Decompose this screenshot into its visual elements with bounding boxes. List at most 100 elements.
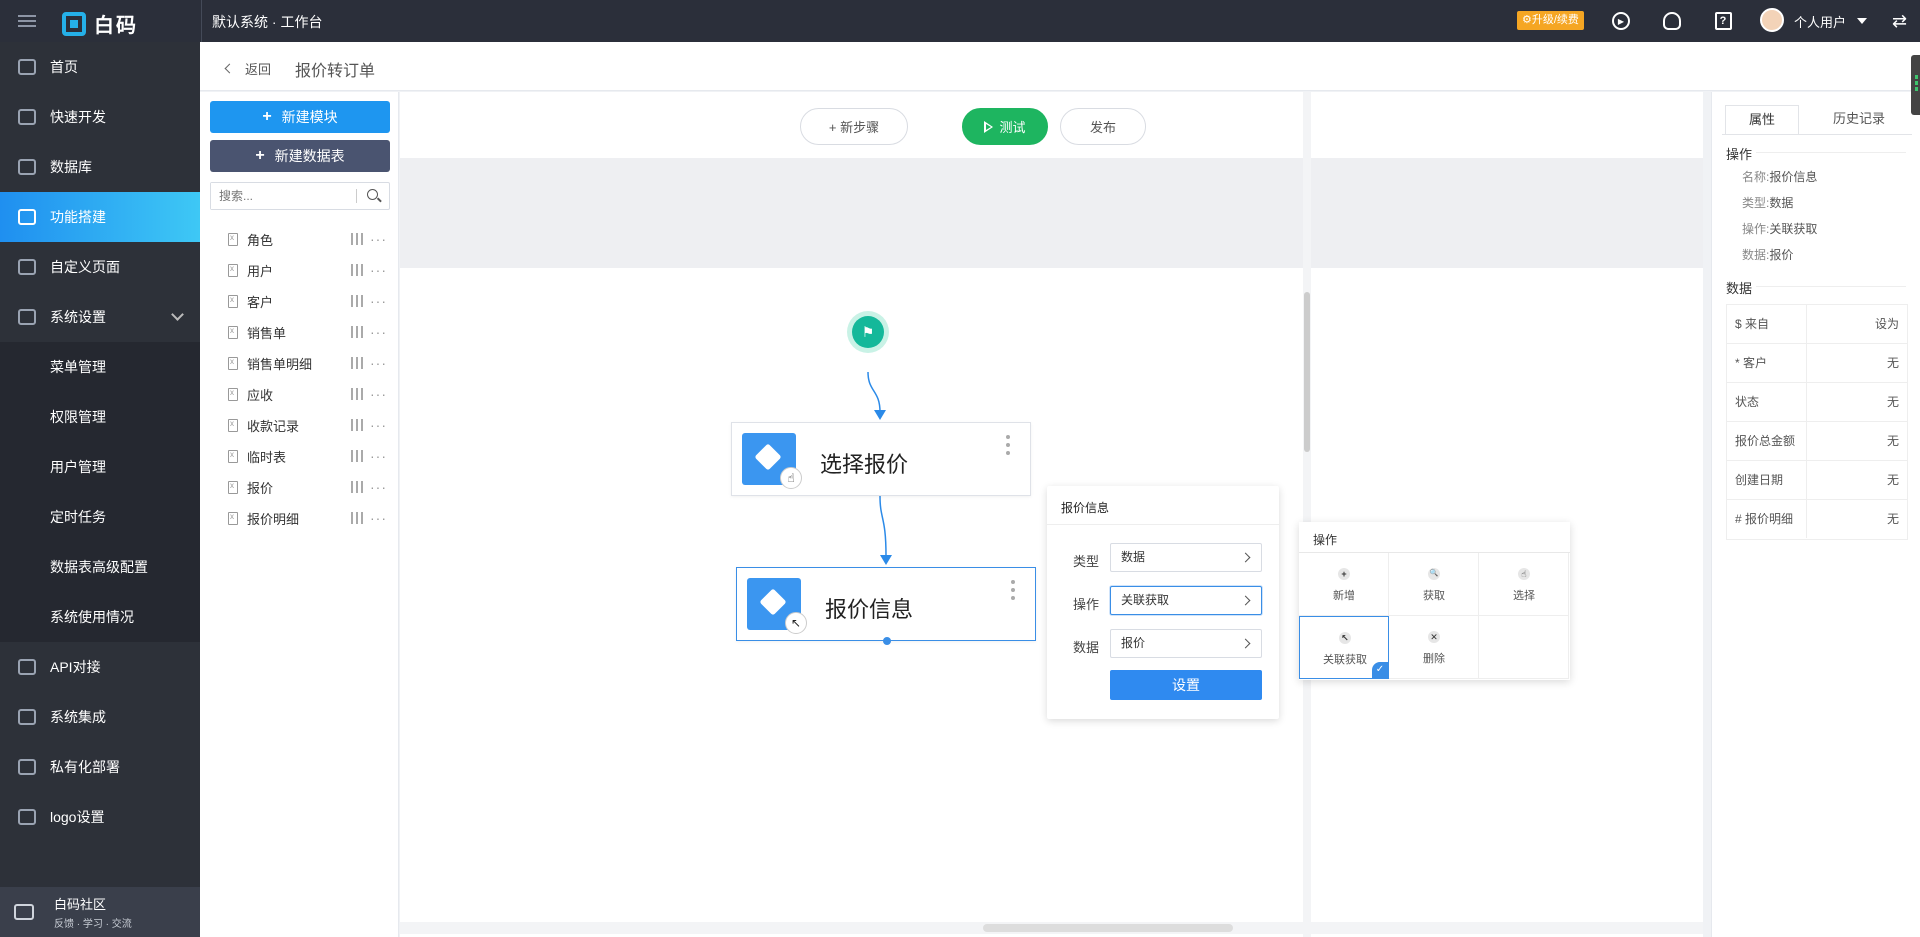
more-horizontal-icon[interactable]: ··· (370, 387, 387, 401)
sidebar-item-system-usage[interactable]: 系统使用情况 (0, 592, 200, 642)
upgrade-button[interactable]: ⚙升级/续费 (1517, 11, 1584, 30)
op-delete[interactable]: ✕ 删除 (1389, 616, 1479, 679)
sidebar-item-permission-manage[interactable]: 权限管理 (0, 392, 200, 442)
workspace-title[interactable]: 默认系统 · 工作台 (212, 12, 322, 32)
tab-properties[interactable]: 属性 (1725, 105, 1799, 135)
settings-sliders-icon[interactable] (350, 264, 364, 276)
new-module-button[interactable]: + 新建模块 (210, 101, 390, 133)
flow-node-quote-info[interactable]: ↖ 报价信息 (736, 567, 1036, 645)
more-horizontal-icon[interactable]: ··· (370, 449, 387, 463)
new-table-button[interactable]: + 新建数据表 (210, 140, 390, 172)
list-item[interactable]: 报价 ··· (228, 474, 398, 500)
tab-history[interactable]: 历史记录 (1807, 105, 1911, 135)
menu-toggle-icon[interactable] (18, 12, 36, 30)
community-link[interactable]: 白码社区 反馈 · 学习 · 交流 (0, 887, 200, 937)
more-horizontal-icon[interactable]: ··· (370, 418, 387, 432)
sidebar-item-menu-manage[interactable]: 菜单管理 (0, 342, 200, 392)
sidebar-item-system-settings[interactable]: 系统设置 (0, 292, 200, 342)
canvas-vertical-scrollbar[interactable] (1303, 92, 1311, 937)
node-connect-handle[interactable] (883, 637, 891, 645)
list-item[interactable]: 应收 ··· (228, 381, 398, 407)
type-select[interactable]: 数据 (1110, 543, 1262, 572)
settings-sliders-icon[interactable] (350, 481, 364, 493)
sidebar-item-function-build[interactable]: 功能搭建 (0, 192, 200, 242)
settings-sliders-icon[interactable] (350, 295, 364, 307)
settings-sliders-icon[interactable] (350, 357, 364, 369)
scroll-thumb[interactable] (983, 924, 1233, 932)
search-input[interactable] (211, 183, 351, 209)
op-select[interactable]: ☝ 选择 (1479, 553, 1569, 616)
list-item[interactable]: 销售单 ··· (228, 319, 398, 345)
sidebar-item-quick-dev[interactable]: 快速开发 (0, 92, 200, 142)
sidebar-item-logo-settings[interactable]: logo设置 (0, 792, 200, 842)
settings-sliders-icon[interactable] (350, 450, 364, 462)
field-value[interactable]: 无 (1887, 383, 1899, 421)
field-value[interactable]: 无 (1887, 422, 1899, 460)
table-row[interactable]: 创建日期 无 (1727, 461, 1907, 500)
test-button[interactable]: 测试 (962, 108, 1048, 145)
start-node[interactable]: ⚑ (847, 311, 889, 353)
table-row[interactable]: 报价总金额 无 (1727, 422, 1907, 461)
table-row[interactable]: # 报价明细 无 (1727, 500, 1907, 539)
headset-icon[interactable] (1662, 11, 1682, 31)
settings-sliders-icon[interactable] (350, 326, 364, 338)
swap-icon[interactable]: ⇄ (1892, 12, 1907, 30)
list-item[interactable]: 角色 ··· (228, 226, 398, 252)
more-horizontal-icon[interactable]: ··· (370, 511, 387, 525)
list-item[interactable]: 用户 ··· (228, 257, 398, 283)
sidebar-item-api[interactable]: API对接 (0, 642, 200, 692)
list-item[interactable]: 客户 ··· (228, 288, 398, 314)
op-related-get[interactable]: ↖ 关联获取 ✓ (1299, 616, 1389, 679)
data-select[interactable]: 报价 (1110, 629, 1262, 658)
table-row[interactable]: $ 来自 设为 (1727, 305, 1907, 344)
search-icon[interactable] (367, 189, 378, 200)
back-button[interactable]: 返回 (224, 59, 271, 78)
sidebar-item-database[interactable]: 数据库 (0, 142, 200, 192)
sidebar-item-private-deploy[interactable]: 私有化部署 (0, 742, 200, 792)
more-horizontal-icon[interactable]: ··· (370, 294, 387, 308)
field-value[interactable]: 无 (1887, 500, 1899, 538)
list-item[interactable]: 临时表 ··· (228, 443, 398, 469)
more-vertical-icon[interactable] (1011, 580, 1015, 604)
field-value[interactable]: 设为 (1875, 305, 1899, 343)
settings-sliders-icon[interactable] (350, 419, 364, 431)
table-row[interactable]: 状态 无 (1727, 383, 1907, 422)
publish-button[interactable]: 发布 (1060, 108, 1146, 145)
sidebar-item-table-advanced[interactable]: 数据表高级配置 (0, 542, 200, 592)
more-horizontal-icon[interactable]: ··· (370, 232, 387, 246)
more-horizontal-icon[interactable]: ··· (370, 480, 387, 494)
play-circle-icon[interactable]: ▶ (1611, 11, 1631, 31)
chevron-down-icon[interactable] (1857, 18, 1867, 24)
settings-sliders-icon[interactable] (350, 512, 364, 524)
list-item[interactable]: 报价明细 ··· (228, 505, 398, 531)
settings-sliders-icon[interactable] (350, 233, 364, 245)
sidebar-item-integration[interactable]: 系统集成 (0, 692, 200, 742)
canvas-horizontal-scrollbar[interactable] (400, 922, 1703, 934)
flow-node-select-quote[interactable]: ☝ 选择报价 (731, 422, 1031, 496)
settings-sliders-icon[interactable] (350, 388, 364, 400)
more-vertical-icon[interactable] (1006, 435, 1010, 459)
avatar[interactable] (1760, 8, 1784, 32)
app-logo[interactable]: 白码 (62, 9, 138, 38)
table-row[interactable]: * 客户 无 (1727, 344, 1907, 383)
user-name[interactable]: 个人用户 (1794, 12, 1846, 31)
sidebar-item-scheduled-task[interactable]: 定时任务 (0, 492, 200, 542)
more-horizontal-icon[interactable]: ··· (370, 356, 387, 370)
side-drawer-handle[interactable] (1911, 55, 1920, 115)
more-horizontal-icon[interactable]: ··· (370, 325, 387, 339)
sidebar-item-home[interactable]: 首页 (0, 42, 200, 92)
field-value[interactable]: 无 (1887, 344, 1899, 382)
settings-button[interactable]: 设置 (1110, 670, 1262, 700)
list-item[interactable]: 销售单明细 ··· (228, 350, 398, 376)
sidebar-item-user-manage[interactable]: 用户管理 (0, 442, 200, 492)
scroll-thumb[interactable] (1304, 292, 1310, 452)
new-step-button[interactable]: + 新步骤 (800, 108, 908, 145)
help-icon[interactable]: ? (1713, 11, 1733, 31)
op-add[interactable]: + 新增 (1299, 553, 1389, 616)
more-horizontal-icon[interactable]: ··· (370, 263, 387, 277)
list-item[interactable]: 收款记录 ··· (228, 412, 398, 438)
sidebar-item-custom-page[interactable]: 自定义页面 (0, 242, 200, 292)
field-value[interactable]: 无 (1887, 461, 1899, 499)
operation-select[interactable]: 关联获取 (1110, 586, 1262, 615)
op-get[interactable]: 🔍 获取 (1389, 553, 1479, 616)
